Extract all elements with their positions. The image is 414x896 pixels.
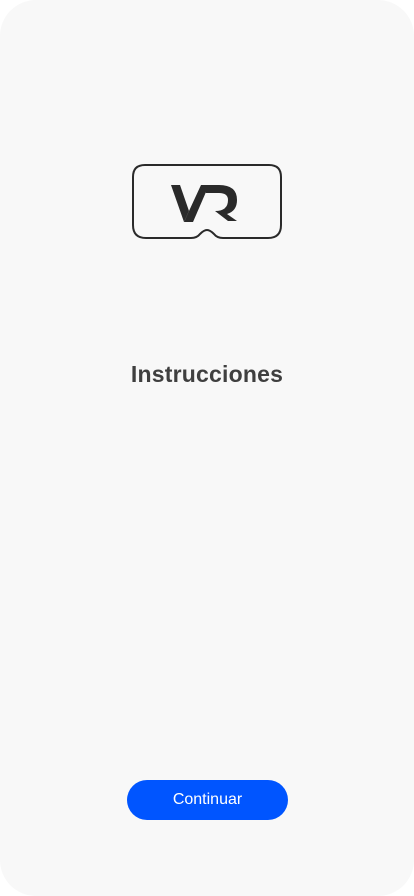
vr-headset-icon: [131, 163, 283, 243]
instructions-screen: Instrucciones Continuar: [0, 0, 414, 896]
continue-button[interactable]: Continuar: [127, 780, 288, 820]
page-title: Instrucciones: [130, 361, 284, 387]
